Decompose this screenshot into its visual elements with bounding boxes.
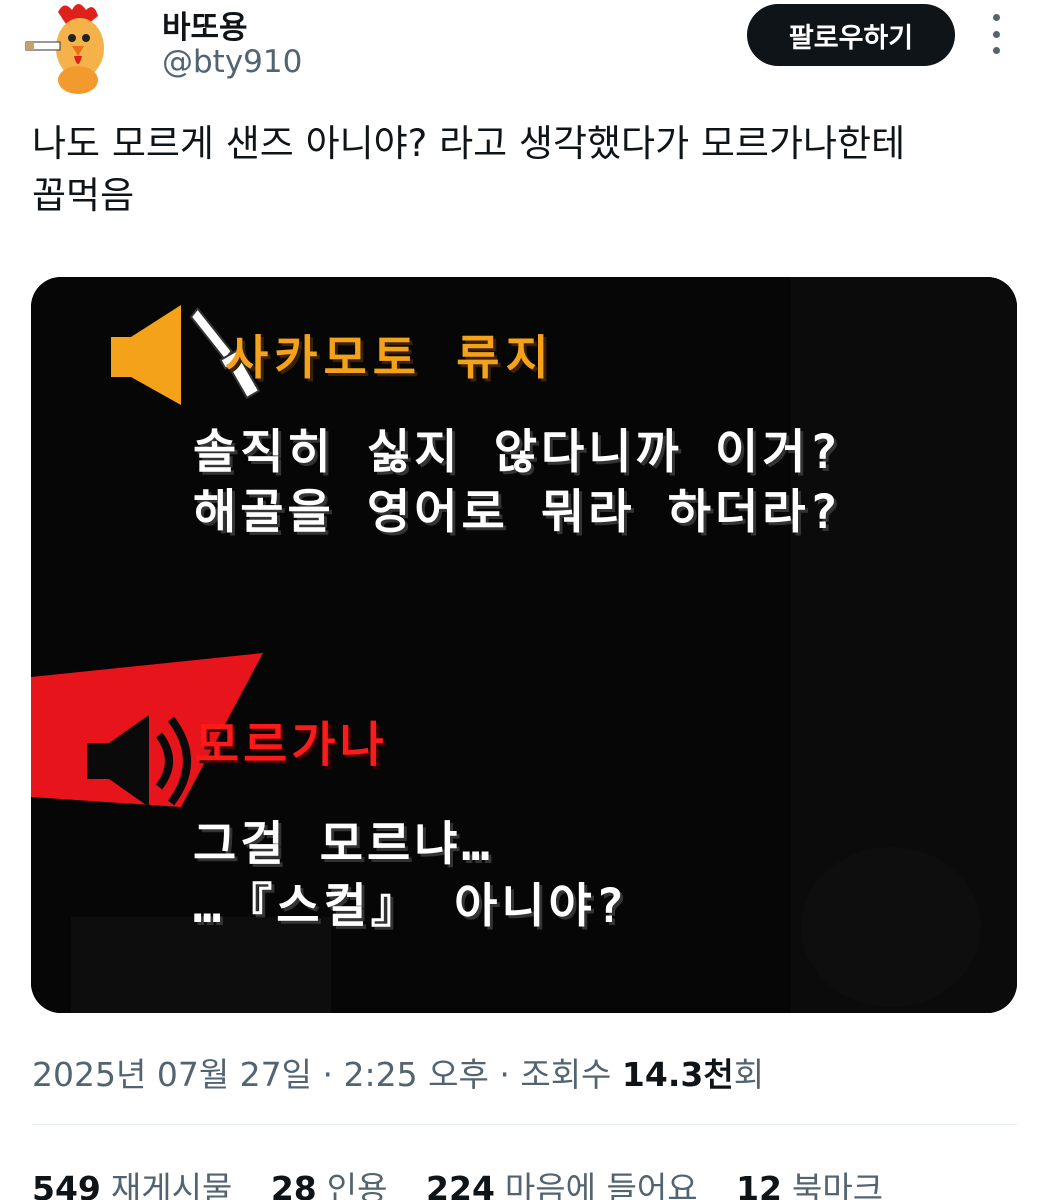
views-label: 조회수 xyxy=(520,1055,612,1094)
quotes-label: 인용 xyxy=(326,1169,388,1200)
more-vertical-icon[interactable] xyxy=(978,14,1014,54)
bookmarks-count: 12 xyxy=(736,1169,782,1200)
likes-stat[interactable]: 224 마음에 들어요 xyxy=(426,1169,698,1200)
views-unit: 천 xyxy=(703,1055,734,1094)
speaker-name-morgana: 모르가나 xyxy=(195,717,388,773)
divider xyxy=(32,1124,1017,1125)
separator: · xyxy=(499,1055,521,1094)
dialogue-line: …『스컬』 아니야? xyxy=(193,879,629,934)
rooster-avatar-icon xyxy=(25,4,104,94)
retweets-label: 재게시물 xyxy=(110,1169,233,1200)
post-date[interactable]: 2025년 07월 27일 xyxy=(32,1055,312,1094)
likes-label: 마음에 들어요 xyxy=(504,1169,698,1200)
dialogue-line: 해골을 영어로 뭐라 하더라? xyxy=(193,485,842,540)
follow-button[interactable]: 팔로우하기 xyxy=(747,4,955,66)
views-suffix: 회 xyxy=(733,1055,765,1094)
avatar[interactable] xyxy=(18,0,130,100)
tweet-meta: 2025년 07월 27일 · 2:25 오후 · 조회수 14.3천회 xyxy=(32,1048,764,1096)
views-count: 14.3 xyxy=(621,1055,704,1094)
dialogue-line: 그걸 모르냐… xyxy=(193,817,494,872)
retweets-count: 549 xyxy=(32,1169,101,1200)
user-handle[interactable]: @bty910 xyxy=(162,44,302,80)
bookmarks-label: 북마크 xyxy=(792,1169,884,1200)
bookmarks-stat[interactable]: 12 북마크 xyxy=(736,1169,883,1200)
retweets-stat[interactable]: 549 재게시물 xyxy=(32,1169,232,1200)
tweet-stats: 549 재게시물 28 인용 224 마음에 들어요 12 북마크 xyxy=(32,1162,911,1200)
tweet-media-image[interactable]: 사카모토 류지 솔직히 싫지 않다니까 이거? 해골을 영어로 뭐라 하더라? … xyxy=(31,277,1017,1013)
tweet-text: 나도 모르게 샌즈 아니야? 라고 생각했다가 모르가나한테 꼽먹음 xyxy=(32,122,906,217)
dot xyxy=(992,30,1000,38)
quotes-stat[interactable]: 28 인용 xyxy=(271,1169,388,1200)
tweet-detail: 바또용 @bty910 팔로우하기 나도 모르게 샌즈 아니야? 라고 생각했다… xyxy=(0,0,1047,1200)
dot xyxy=(992,14,1000,21)
separator: · xyxy=(322,1055,344,1094)
dialogue-line: 솔직히 싫지 않다니까 이거? xyxy=(193,425,842,480)
display-name[interactable]: 바또용 xyxy=(162,2,248,47)
post-time[interactable]: 2:25 오후 xyxy=(344,1055,489,1094)
likes-count: 224 xyxy=(426,1169,495,1200)
dot xyxy=(992,47,1000,54)
speaker-name-ryuji: 사카모토 류지 xyxy=(225,331,555,386)
quotes-count: 28 xyxy=(270,1169,317,1200)
